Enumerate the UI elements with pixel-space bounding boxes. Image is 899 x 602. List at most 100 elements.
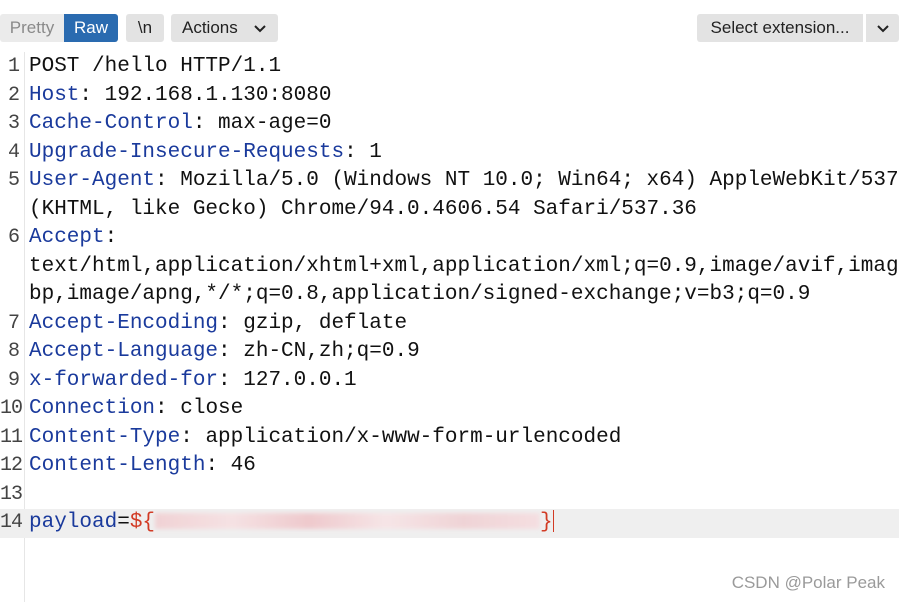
header-colon: :: [218, 311, 231, 335]
header-value: zh-CN,zh;q=0.9: [230, 340, 420, 363]
header-value: 127.0.0.1: [230, 368, 357, 392]
raw-tab[interactable]: Raw: [64, 14, 118, 42]
header-name: Accept: [29, 226, 105, 249]
line-text: bp,image/apng,*/*;q=0.8,application/sign…: [29, 283, 811, 306]
header-colon: :: [192, 112, 206, 135]
header-colon: :: [104, 226, 118, 249]
line-content: Content-Length: 46: [29, 452, 256, 481]
header-colon: :: [205, 454, 219, 477]
header-name: x-forwarded-for: [29, 368, 219, 392]
header-value: application/x-www-form-urlencoded: [192, 425, 622, 449]
editor-line: 13: [0, 481, 899, 510]
param-separator: =: [117, 511, 130, 534]
header-name: Connection: [29, 397, 156, 420]
editor-line: 2 Host: 192.168.1.130:8080: [0, 82, 899, 111]
select-extension-dropdown[interactable]: Select extension...: [697, 14, 863, 42]
line-number: 3: [7, 112, 20, 135]
header-colon: :: [218, 368, 231, 392]
line-text: text/html,application/xhtml+xml,applicat…: [29, 254, 899, 278]
line-number: 11: [0, 425, 23, 449]
editor-line: 1 POST /hello HTTP/1.1: [0, 53, 899, 82]
editor-line: 5 User-Agent: Mozilla/5.0 (Windows NT 10.…: [0, 167, 899, 196]
header-name: User-Agent: [29, 169, 156, 192]
editor-line: 14 payload=${}: [0, 509, 899, 538]
chevron-down-icon: [876, 18, 889, 37]
line-content: Accept-Language: zh-CN,zh;q=0.9: [29, 338, 420, 367]
header-name: payload: [29, 511, 118, 534]
header-name: Content-Type: [29, 425, 181, 449]
editor-line: 4 Upgrade-Insecure-Requests: 1: [0, 139, 899, 168]
line-content: payload=${}: [29, 509, 554, 538]
actions-label: Actions: [182, 18, 238, 37]
line-content: User-Agent: Mozilla/5.0 (Windows NT 10.0…: [29, 167, 899, 196]
editor-line: 9 x-forwarded-for: 127.0.0.1: [0, 367, 899, 396]
line-number: 13: [0, 482, 23, 506]
line-content: Accept:: [29, 224, 117, 253]
redacted-payload: [155, 513, 541, 530]
editor-line: 12 Content-Length: 46: [0, 452, 899, 481]
editor-line: bp,image/apng,*/*;q=0.8,application/sign…: [0, 281, 899, 310]
line-content: Content-Type: application/x-www-form-url…: [29, 424, 621, 453]
payload-suffix: }: [540, 511, 553, 534]
line-content: Upgrade-Insecure-Requests: 1: [29, 139, 382, 168]
editor-line: text/html,application/xhtml+xml,applicat…: [0, 253, 899, 282]
header-value: 192.168.1.130:8080: [92, 83, 332, 107]
header-value: 46: [218, 454, 256, 477]
line-content: Host: 192.168.1.130:8080: [29, 82, 331, 111]
editor-line: 3 Cache-Control: max-age=0: [0, 110, 899, 139]
editor-line: 10 Connection: close: [0, 395, 899, 424]
line-content: Accept-Encoding: gzip, deflate: [29, 310, 407, 339]
line-text: POST /hello HTTP/1.1: [29, 55, 282, 78]
line-content: text/html,application/xhtml+xml,applicat…: [29, 253, 899, 282]
line-number: 9: [7, 368, 20, 392]
payload-prefix: ${: [129, 511, 156, 534]
line-content: POST /hello HTTP/1.1: [29, 53, 281, 82]
header-name: Content-Length: [29, 454, 206, 477]
header-name: Cache-Control: [29, 112, 193, 135]
line-content: (KHTML, like Gecko) Chrome/94.0.4606.54 …: [29, 196, 697, 225]
header-value: Mozilla/5.0 (Windows NT 10.0; Win64; x64…: [167, 169, 899, 192]
watermark: CSDN @Polar Peak: [731, 573, 885, 592]
editor-line: 8 Accept-Language: zh-CN,zh;q=0.9: [0, 338, 899, 367]
pretty-tab[interactable]: Pretty: [0, 14, 64, 42]
line-number: 2: [7, 83, 20, 107]
select-extension-arrow[interactable]: [866, 14, 899, 42]
message-editor-toolbar: Pretty Raw \n Actions Select extension..…: [0, 0, 899, 50]
header-name: Accept-Encoding: [29, 311, 219, 335]
line-number: 7: [7, 311, 20, 335]
line-number: 1: [7, 55, 20, 78]
header-name: Accept-Language: [29, 340, 219, 363]
header-colon: :: [218, 340, 231, 363]
line-number: 4: [7, 140, 20, 164]
header-colon: :: [180, 425, 193, 449]
line-number: 8: [7, 340, 20, 363]
show-newlines-toggle[interactable]: \n: [126, 14, 164, 42]
line-number: 12: [0, 454, 23, 477]
header-name: Host: [29, 83, 80, 107]
actions-menu-button[interactable]: Actions: [171, 14, 278, 42]
chevron-down-icon: [254, 14, 266, 42]
header-value: close: [167, 397, 244, 420]
line-number: 14: [0, 511, 23, 534]
header-value: max-age=0: [205, 112, 332, 135]
header-value: gzip, deflate: [230, 311, 408, 335]
line-content: bp,image/apng,*/*;q=0.8,application/sign…: [29, 281, 810, 310]
line-text: (KHTML, like Gecko) Chrome/94.0.4606.54 …: [29, 197, 697, 221]
editor-line: 6 Accept:: [0, 224, 899, 253]
header-colon: :: [155, 397, 168, 420]
text-cursor: [552, 510, 554, 533]
line-content: Connection: close: [29, 395, 243, 424]
header-colon: :: [344, 140, 357, 164]
line-content: Cache-Control: max-age=0: [29, 110, 331, 139]
editor-line: 11 Content-Type: application/x-www-form-u…: [0, 424, 899, 453]
header-colon: :: [79, 83, 93, 107]
line-content: x-forwarded-for: 127.0.0.1: [29, 367, 357, 396]
line-number: 6: [7, 226, 20, 249]
editor-line: (KHTML, like Gecko) Chrome/94.0.4606.54 …: [0, 196, 899, 225]
header-value: 1: [356, 140, 382, 164]
line-number: 10: [0, 397, 23, 420]
editor-line: 7 Accept-Encoding: gzip, deflate: [0, 310, 899, 339]
header-name: Upgrade-Insecure-Requests: [29, 140, 345, 164]
header-colon: :: [155, 169, 168, 192]
raw-request-editor[interactable]: 1 POST /hello HTTP/1.1 2 Host: 192.168.1.13…: [0, 52, 899, 602]
